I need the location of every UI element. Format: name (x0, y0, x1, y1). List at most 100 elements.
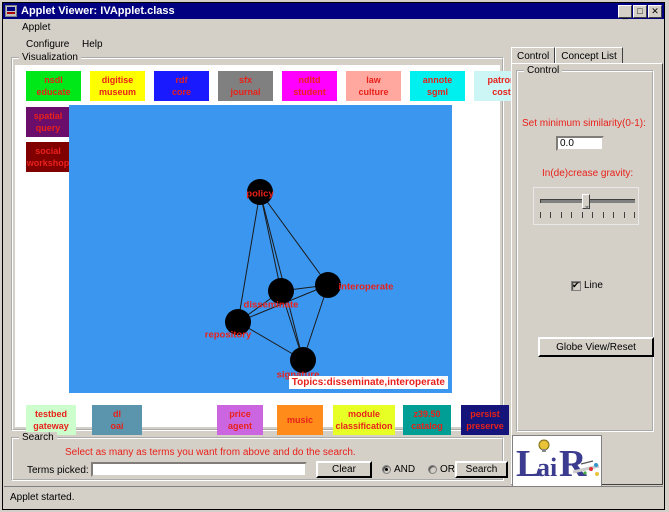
minimize-button[interactable]: _ (618, 4, 632, 19)
term-button-bottom-z39-50[interactable]: z39.50 catalog (403, 405, 451, 435)
term-button-top-sfx[interactable]: sfx journal (218, 71, 273, 101)
globe-view-reset-button[interactable]: Globe View/Reset (538, 337, 654, 357)
term-line-1: nsdl (44, 75, 63, 85)
line-checkbox-label: Line (584, 280, 603, 291)
term-line-2: journal (230, 87, 261, 97)
term-line-1: music (286, 415, 313, 425)
term-line-1: law (366, 75, 381, 85)
menu-configure[interactable]: Configure (26, 39, 69, 50)
window-frame: Applet Viewer: IVApplet.class _ □ ✕ Appl… (2, 2, 665, 510)
term-line-2: gateway (33, 421, 69, 431)
term-button-bottom-price[interactable]: price agent (217, 405, 263, 435)
app-icon (5, 5, 17, 17)
close-button[interactable]: ✕ (648, 4, 662, 18)
visualization-group: Visualization nsdl educate digitise museum r… (11, 52, 529, 435)
svg-text:ai: ai (537, 453, 557, 482)
slider-tick (602, 212, 604, 218)
term-line-2: workshop (26, 158, 70, 168)
term-line-1: social (35, 146, 61, 156)
control-group: Control Set minimum similarity(0-1): In(… (516, 65, 654, 432)
tab-control[interactable]: Control (511, 47, 556, 64)
operator-and-radio[interactable]: AND (382, 464, 415, 475)
search-button[interactable]: Search (455, 461, 508, 478)
search-hint: Select as many as terms you want from ab… (65, 447, 356, 458)
term-line-1: spatial (33, 111, 63, 121)
slider-thumb[interactable] (582, 194, 591, 209)
visualization-body: nsdl educate digitise museum rdf core sfx journ… (15, 65, 529, 435)
maximize-button[interactable]: □ (633, 4, 647, 18)
slider-tick (540, 212, 541, 218)
menu-applet[interactable]: Applet (22, 22, 50, 33)
graph-node-label-disseminate: disseminate (243, 299, 299, 311)
similarity-label: Set minimum similarity(0-1): (522, 118, 646, 129)
term-button-bottom-module[interactable]: module classification (333, 405, 395, 435)
term-button-top-digitise[interactable]: digitise museum (90, 71, 145, 101)
lair-logo: L ai R (512, 435, 602, 487)
slider-tick (592, 212, 594, 218)
term-line-1: testbed (34, 409, 67, 419)
topics-label: Topics:disseminate,interoperate (288, 376, 448, 389)
term-line-2: query (35, 123, 61, 133)
graph-edges (225, 179, 341, 373)
term-button-left-social[interactable]: social workshop (26, 142, 70, 172)
term-button-left-spatial[interactable]: spatial query (26, 107, 70, 137)
slider-tick (623, 212, 625, 218)
slider-tick (581, 212, 583, 218)
operator-or-radio[interactable]: OR (428, 464, 455, 475)
slider-tick (571, 212, 573, 218)
slider-tick (613, 212, 615, 218)
radio-and-indicator (382, 465, 391, 474)
term-line-1: sfx (238, 75, 252, 85)
status-text: Applet started. (10, 492, 75, 503)
term-button-top-ndltd[interactable]: ndltd student (282, 71, 337, 101)
term-line-2: student (293, 87, 326, 97)
control-tab-body: Control Set minimum similarity(0-1): In(… (511, 63, 663, 485)
term-line-2: classification (335, 421, 393, 431)
term-line-1: module (347, 409, 380, 419)
terms-picked-input[interactable] (91, 462, 307, 477)
term-line-2: educate (36, 87, 71, 97)
slider-tick (550, 212, 552, 218)
term-button-top-annote[interactable]: annote sgml (410, 71, 465, 101)
term-button-top-rdf[interactable]: rdf core (154, 71, 209, 101)
clear-button[interactable]: Clear (316, 461, 372, 478)
window-title: Applet Viewer: IVApplet.class (21, 5, 175, 17)
menu-help[interactable]: Help (82, 39, 103, 50)
line-checkbox[interactable]: Line (571, 279, 603, 291)
graph-canvas[interactable]: policy disseminate interoperate repository s… (69, 105, 452, 393)
search-group: Search Select as many as terms you want … (11, 432, 508, 481)
close-icon: ✕ (651, 5, 659, 16)
terms-picked-label: Terms picked: (27, 465, 89, 476)
term-button-bottom-dl[interactable]: dl oai (92, 405, 142, 435)
term-line-2: core (171, 87, 191, 97)
graph-node-interoperate[interactable] (315, 272, 341, 298)
term-line-1: annote (422, 75, 453, 85)
left-pane: Visualization nsdl educate digitise museum r… (7, 52, 529, 485)
graph-node-label-repository: repository (204, 329, 252, 341)
graph-node-label-policy: policy (246, 188, 274, 200)
term-button-bottom-persist[interactable]: persist preserve (461, 405, 509, 435)
term-button-bottom-testbed[interactable]: testbed gateway (26, 405, 76, 435)
similarity-input[interactable] (556, 136, 604, 151)
graph-edge (259, 191, 304, 361)
term-button-bottom-music[interactable]: music (277, 405, 323, 435)
term-line-2: catalog (411, 421, 443, 431)
operator-or-label: OR (440, 464, 455, 475)
gravity-slider[interactable] (533, 187, 639, 225)
term-line-2: cost (492, 87, 511, 97)
term-line-2: sgml (426, 87, 448, 97)
term-line-2: oai (110, 421, 124, 431)
maximize-icon: □ (637, 5, 643, 16)
search-legend: Search (19, 432, 57, 443)
term-line-2: culture (358, 87, 389, 97)
visualization-legend: Visualization (19, 52, 81, 63)
term-button-top-nsdl[interactable]: nsdl educate (26, 71, 81, 101)
line-checkbox-indicator (571, 279, 581, 291)
graph-node-label-interoperate: interoperate (338, 281, 394, 293)
right-pane: Control Concept List Control Set minimum… (511, 47, 663, 485)
term-line-1: digitise (101, 75, 134, 85)
tab-concept-list[interactable]: Concept List (555, 47, 623, 64)
term-button-top-law[interactable]: law culture (346, 71, 401, 101)
window-controls: _ □ ✕ (618, 4, 662, 19)
term-line-1: price (229, 409, 251, 419)
